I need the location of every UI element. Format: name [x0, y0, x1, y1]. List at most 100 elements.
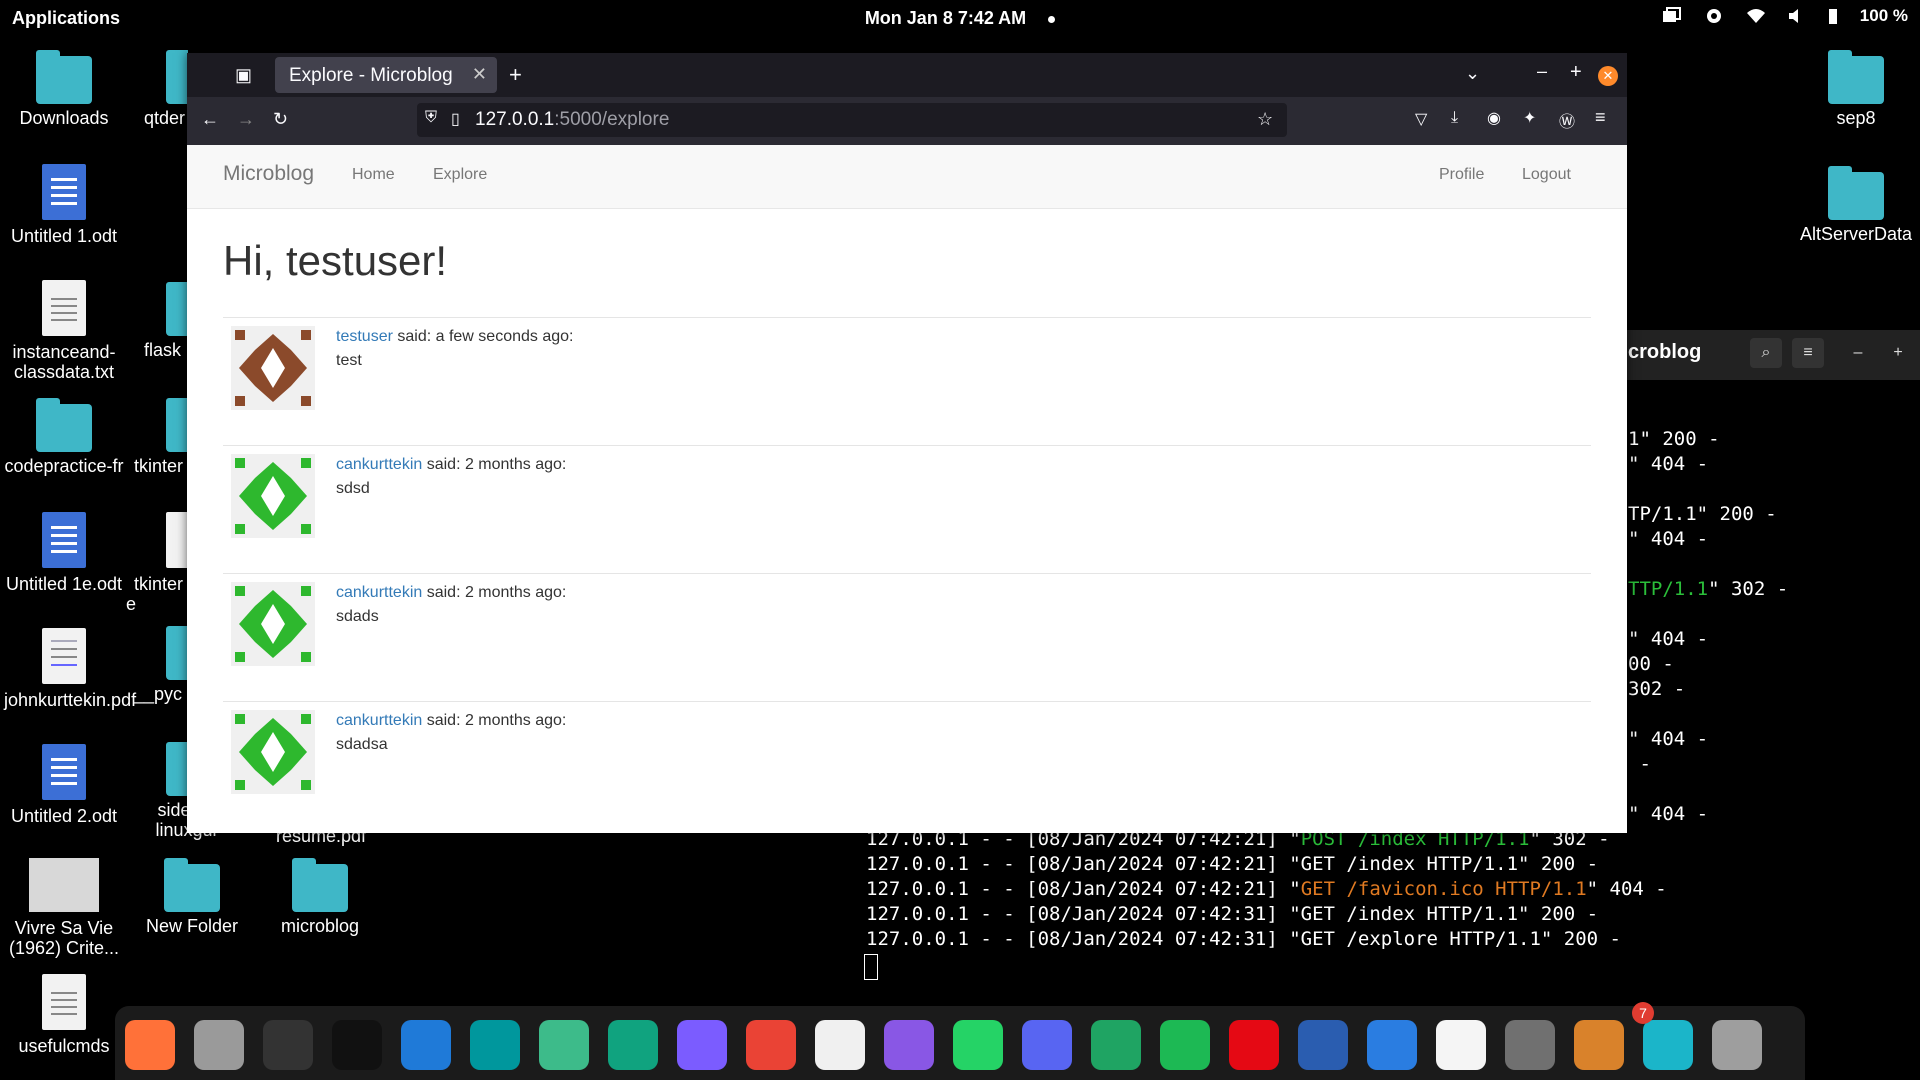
menu-icon[interactable]: ≡: [1792, 338, 1824, 368]
maximize-icon[interactable]: +: [1882, 338, 1914, 368]
terminal-icon[interactable]: [263, 1020, 313, 1070]
reload-icon[interactable]: ↻: [273, 109, 288, 130]
nav-profile-link[interactable]: Profile: [1439, 166, 1484, 184]
volume-icon[interactable]: [1788, 8, 1806, 24]
desktop-icon-codepractice[interactable]: codepractice-fr: [4, 398, 124, 476]
terminal-line: " 404 -: [1628, 453, 1709, 475]
desktop-icon-flask[interactable]: flask: [126, 282, 188, 360]
desktop-icon-vivre-sa-vie[interactable]: Vivre Sa Vie (1962) Crite...: [4, 856, 124, 958]
clock[interactable]: Mon Jan 8 7:42 AM: [0, 8, 1920, 29]
writer-icon[interactable]: [1298, 1020, 1348, 1070]
settings-icon[interactable]: [1505, 1020, 1555, 1070]
bookmark-star-icon[interactable]: ☆: [1257, 109, 1273, 130]
minimize-icon[interactable]: –: [1537, 61, 1547, 82]
nav-home-link[interactable]: Home: [352, 166, 395, 184]
tab-explore[interactable]: Explore - Microblog ✕: [275, 57, 497, 93]
addon-icon[interactable]: Ⓦ: [1559, 108, 1575, 132]
arduino-icon[interactable]: [470, 1020, 520, 1070]
discord-icon[interactable]: [1022, 1020, 1072, 1070]
minimize-icon[interactable]: –: [1842, 338, 1874, 368]
desktop-icon-pycache[interactable]: __pyc: [126, 626, 188, 704]
battery-icon[interactable]: [1828, 7, 1838, 25]
desktop-icon-tkinter[interactable]: tkinter: [126, 398, 188, 476]
avatar[interactable]: [231, 582, 315, 666]
hamburger-menu-icon[interactable]: ≡: [1595, 107, 1606, 128]
post-author-link[interactable]: cankurttekin: [336, 584, 422, 601]
post-author-link[interactable]: cankurttekin: [336, 712, 422, 729]
desktop-icon-instanceandclassdata[interactable]: instanceand-classdata.txt: [4, 278, 124, 382]
post-author-link[interactable]: cankurttekin: [336, 456, 422, 473]
screen-icon[interactable]: [1662, 7, 1682, 25]
post-time-text: said: a few seconds ago:: [392, 328, 574, 345]
tab-title: Explore - Microblog: [289, 65, 453, 86]
github-icon[interactable]: [815, 1020, 865, 1070]
desktop-icon-untitled-1e[interactable]: Untitled 1e.odt: [4, 510, 124, 594]
desktop-icon-downloads[interactable]: Downloads: [4, 50, 124, 128]
account-icon[interactable]: ◉: [1487, 108, 1501, 128]
post-author-link[interactable]: testuser: [336, 328, 393, 345]
text-editor-icon[interactable]: [1436, 1020, 1486, 1070]
extensions-icon[interactable]: ✦: [1523, 108, 1536, 128]
chevron-down-icon[interactable]: ⌄: [1465, 63, 1480, 84]
close-tab-icon[interactable]: ✕: [472, 64, 487, 85]
wifi-icon[interactable]: [1746, 8, 1766, 24]
desktop-icon-tkinter-e[interactable]: tkinter e: [126, 510, 188, 614]
nav-explore-link[interactable]: Explore: [433, 166, 487, 184]
avatar[interactable]: [231, 454, 315, 538]
pocket-icon[interactable]: ▽: [1415, 109, 1427, 129]
video-thumbnail: [29, 858, 99, 912]
post-body: sdadsa: [336, 736, 388, 753]
desktop-icon-new-folder[interactable]: New Folder: [132, 858, 252, 936]
text-file-icon: [42, 280, 86, 336]
gmail-icon[interactable]: [746, 1020, 796, 1070]
terminal-line: 127.0.0.1 - - [08/Jan/2024 07:42:31] "GE…: [866, 903, 1599, 925]
download-icon[interactable]: ⤓: [1451, 109, 1458, 127]
avatar[interactable]: [231, 710, 315, 794]
google-drive-icon[interactable]: [1091, 1020, 1141, 1070]
post-meta: cankurttekin said: 2 months ago:: [336, 712, 566, 730]
document-icon: [42, 512, 86, 568]
desktop-icon-untitled-2[interactable]: Untitled 2.odt: [4, 742, 124, 826]
nav-logout-link[interactable]: Logout: [1522, 166, 1571, 184]
desktop-icon-sep8[interactable]: sep8: [1796, 50, 1916, 128]
back-icon[interactable]: ←: [201, 109, 219, 130]
spotify-icon[interactable]: [1160, 1020, 1210, 1070]
whatsapp-icon[interactable]: [953, 1020, 1003, 1070]
forward-icon[interactable]: →: [237, 109, 255, 130]
firefox-icon[interactable]: [125, 1020, 175, 1070]
brand-link[interactable]: Microblog: [223, 162, 314, 186]
netflix-icon[interactable]: [1229, 1020, 1279, 1070]
chatgpt-icon[interactable]: [608, 1020, 658, 1070]
web-page: Microblog Home Explore Profile Logout Hi…: [187, 145, 1627, 833]
desktop-icon-untitled-1[interactable]: Untitled 1.odt: [4, 162, 124, 246]
launcher-icon[interactable]: [1574, 1020, 1624, 1070]
url-bar[interactable]: ⛨ ▯ 127.0.0.1:5000/explore ☆: [417, 103, 1287, 137]
avatar[interactable]: [231, 326, 315, 410]
tab-overview-icon[interactable]: ▣: [235, 65, 252, 86]
close-window-icon[interactable]: ✕: [1598, 66, 1618, 86]
page-title: Hi, testuser!: [223, 237, 448, 284]
trash-icon[interactable]: [1712, 1020, 1762, 1070]
github-desktop-icon[interactable]: [884, 1020, 934, 1070]
desktop-icon-altserverdata[interactable]: AltServerData: [1796, 166, 1916, 244]
files-icon[interactable]: [194, 1020, 244, 1070]
intellij-icon[interactable]: [332, 1020, 382, 1070]
maximize-icon[interactable]: +: [1570, 61, 1582, 84]
notification-badge: 7: [1632, 1002, 1654, 1024]
atom-icon[interactable]: [539, 1020, 589, 1070]
desktop-icon-usefulcmds[interactable]: usefulcmds: [4, 972, 124, 1056]
post-body: test: [336, 352, 362, 369]
desktop-icon-johnkurttekin-pdf[interactable]: johnkurttekin.pdf: [4, 626, 136, 710]
new-tab-icon[interactable]: +: [509, 62, 522, 88]
mail-icon[interactable]: [677, 1020, 727, 1070]
box-icon[interactable]: [1643, 1020, 1693, 1070]
terminal-line: 127.0.0.1 - - [08/Jan/2024 07:42:21] "GE…: [866, 878, 1667, 900]
document-icon: [42, 744, 86, 800]
shield-icon[interactable]: ⛨: [425, 109, 437, 127]
vscode-icon[interactable]: [401, 1020, 451, 1070]
desktop-icon-microblog[interactable]: microblog: [260, 858, 380, 936]
window-icon[interactable]: [1367, 1020, 1417, 1070]
desktop-icon-qtder[interactable]: qtder: [126, 50, 188, 128]
search-icon[interactable]: ⌕: [1750, 338, 1782, 368]
gear-icon[interactable]: [1704, 6, 1724, 26]
